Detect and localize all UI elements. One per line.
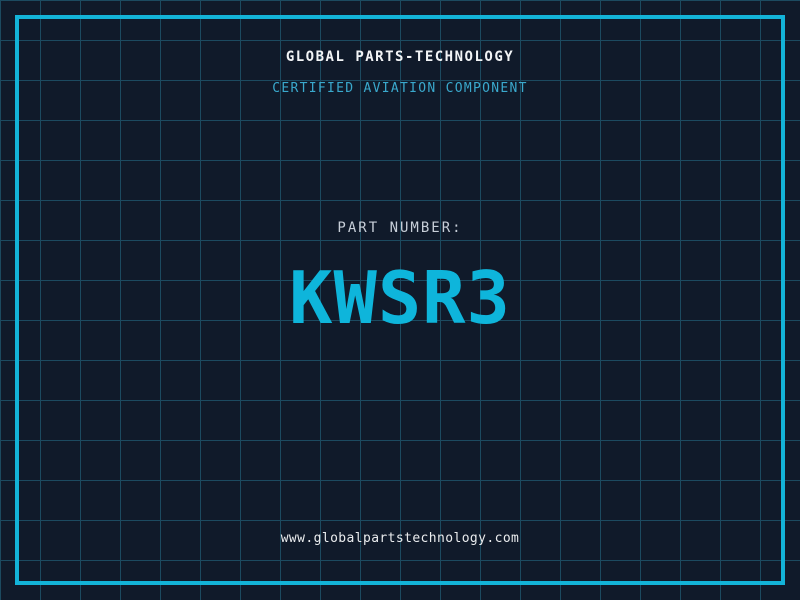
company-name: GLOBAL PARTS-TECHNOLOGY: [0, 49, 800, 65]
part-number-label: PART NUMBER:: [0, 220, 800, 236]
website-url: www.globalpartstechnology.com: [0, 531, 800, 546]
placard-root: { "header": { "company": "GLOBAL PARTS-T…: [0, 0, 800, 600]
part-number-value: KWSR3: [0, 262, 800, 334]
certification-subtitle: CERTIFIED AVIATION COMPONENT: [0, 81, 800, 96]
